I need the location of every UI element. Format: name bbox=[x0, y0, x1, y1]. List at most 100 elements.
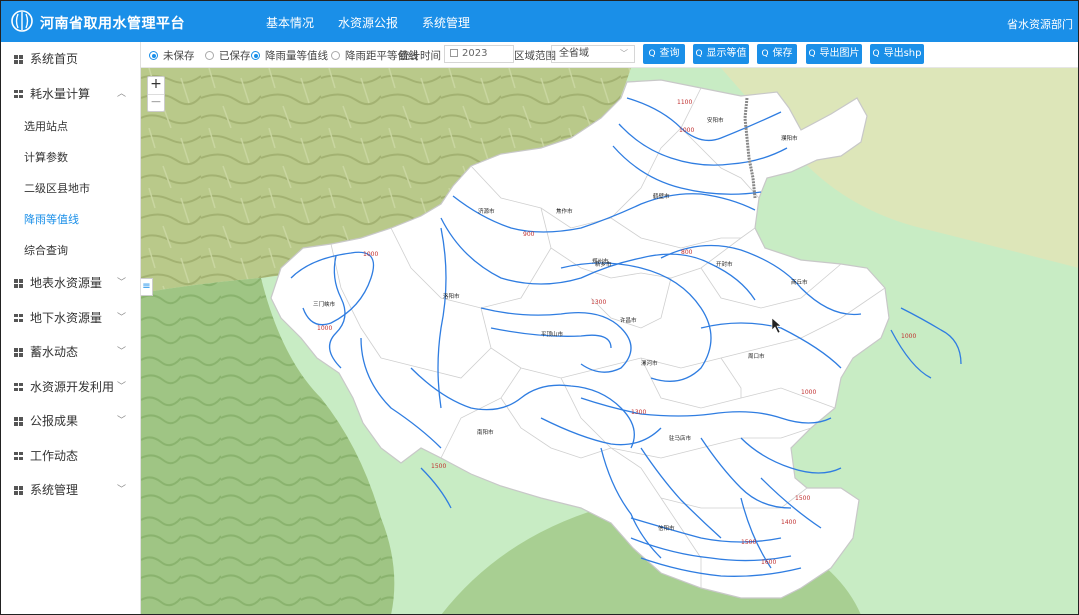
sidebar-item-home[interactable]: 系统首页 bbox=[0, 42, 140, 77]
water-logo-icon bbox=[11, 10, 33, 32]
top-nav: 基本情况 水资源公报 系统管理 bbox=[266, 14, 470, 31]
sidebar-item-surface-water[interactable]: 地表水资源量 ﹀ bbox=[0, 266, 140, 301]
radio-rainfall-isoline[interactable]: 降雨量等值线 bbox=[251, 48, 328, 63]
sidebar-item-label: 耗水量计算 bbox=[30, 86, 91, 101]
city-label: 南阳市 bbox=[477, 428, 494, 436]
grid-icon bbox=[14, 279, 23, 288]
city-label: 信阳市 bbox=[658, 524, 675, 532]
city-label: 焦作市 bbox=[556, 207, 573, 215]
grid-icon bbox=[14, 382, 23, 392]
sidebar-item-label: 蓄水动态 bbox=[30, 345, 79, 359]
sidebar-item-label: 地下水资源量 bbox=[30, 310, 103, 325]
nav-basic-info[interactable]: 基本情况 bbox=[266, 14, 314, 31]
button-label: 导出shp bbox=[883, 48, 922, 59]
nav-water-bulletin[interactable]: 水资源公报 bbox=[338, 14, 398, 31]
show-isoline-button[interactable]: Q 显示等值 bbox=[693, 44, 749, 64]
chevron-down-icon: ﹀ bbox=[116, 312, 126, 323]
scope-label: 区域范围 bbox=[514, 50, 556, 62]
radio-dot-icon bbox=[205, 51, 214, 60]
city-label: 周口市 bbox=[748, 352, 765, 360]
zoom-in-button[interactable]: + bbox=[148, 77, 164, 94]
isoline-value-label: 1300 bbox=[631, 409, 646, 416]
button-label: 保存 bbox=[772, 48, 793, 59]
sidebar-subitem-query[interactable]: 综合查询 bbox=[0, 235, 140, 266]
export-image-button[interactable]: Q 导出图片 bbox=[806, 44, 862, 64]
mouse-cursor-icon bbox=[771, 317, 782, 334]
radio-unsaved[interactable]: 未保存 bbox=[149, 48, 195, 63]
city-label: 济源市 bbox=[478, 207, 495, 215]
isoline-labels: 1100 1000 1000 1300 900 800 1000 1000 1000 1300 15… bbox=[317, 99, 916, 566]
search-icon: Q bbox=[808, 49, 816, 59]
city-label: 漯河市 bbox=[641, 359, 658, 367]
sidebar-subitem-rain-isoline[interactable]: 降雨等值线 bbox=[0, 204, 140, 235]
city-label: 濮阳市 bbox=[781, 134, 798, 142]
sidebar-item-system[interactable]: 系统管理 ﹀ bbox=[0, 473, 140, 508]
city-label: 平顶山市 bbox=[541, 330, 564, 338]
app-header: 河南省取用水管理平台 基本情况 水资源公报 系统管理 省水资源部门 bbox=[0, 0, 1079, 42]
sidebar-item-label: 地表水资源量 bbox=[30, 276, 103, 290]
button-label: 查询 bbox=[659, 48, 680, 59]
chevron-down-icon: ﹀ bbox=[116, 485, 126, 495]
isoline-value-label: 1000 bbox=[901, 333, 916, 340]
sidebar-item-groundwater[interactable]: 地下水资源量 ﹀ bbox=[0, 301, 140, 336]
search-icon: Q bbox=[648, 49, 656, 59]
grid-icon bbox=[14, 451, 23, 461]
city-label: 安阳市 bbox=[707, 116, 724, 124]
user-department[interactable]: 省水资源部门 bbox=[1007, 16, 1073, 32]
isoline-value-label: 1000 bbox=[679, 127, 694, 134]
city-label: 许昌市 bbox=[620, 316, 637, 324]
sidebar-item-label: 系统首页 bbox=[30, 52, 79, 66]
isoline-value-label: 1500 bbox=[795, 495, 810, 502]
city-label: 商丘市 bbox=[791, 278, 808, 286]
radio-label: 降雨量等值线 bbox=[265, 50, 328, 62]
isoline-value-label: 1500 bbox=[741, 539, 756, 546]
toolbar: 未保存 已保存 降雨量等值线 降雨距平等值线 统计时间 2023 区域范围 全省… bbox=[141, 42, 1079, 68]
sidebar-subitem-districts[interactable]: 二级区县地市 bbox=[0, 173, 140, 204]
year-picker[interactable]: 2023 bbox=[444, 45, 514, 63]
save-button[interactable]: Q 保存 bbox=[757, 44, 797, 64]
city-label: 开封市 bbox=[716, 260, 733, 268]
zoom-control: + − bbox=[147, 76, 165, 112]
city-label: 驻马店市 bbox=[669, 434, 692, 442]
app-title: 河南省取用水管理平台 bbox=[40, 16, 185, 32]
isoline-value-label: 1000 bbox=[317, 325, 332, 332]
search-icon: Q bbox=[695, 49, 703, 59]
city-label: 洛阳市 bbox=[443, 292, 460, 300]
isoline-value-label: 900 bbox=[523, 231, 535, 238]
sidebar-item-storage[interactable]: 蓄水动态 ﹀ bbox=[0, 335, 140, 370]
chevron-down-icon: ﹀ bbox=[116, 381, 126, 392]
isoline-value-label: 1300 bbox=[591, 299, 606, 306]
city-labels: 三门峡市洛阳市济源市 焦作市新乡市鹤壁市安阳市濮阳市郑州市 开封市商丘市许昌市平顶山… bbox=[313, 116, 808, 532]
radio-dot-icon bbox=[149, 51, 158, 60]
isoline-value-label: 1600 bbox=[761, 559, 776, 566]
sidebar-subitem-stations[interactable]: 选用站点 bbox=[0, 111, 140, 142]
sidebar-subitem-params[interactable]: 计算参数 bbox=[0, 142, 140, 173]
sidebar-item-bulletin[interactable]: 公报成果 ﹀ bbox=[0, 404, 140, 439]
chevron-down-icon: ﹀ bbox=[116, 278, 126, 288]
search-icon: Q bbox=[872, 49, 880, 59]
button-label: 导出图片 bbox=[819, 48, 860, 59]
grid-icon bbox=[14, 417, 23, 426]
map-labels: 三门峡市洛阳市济源市 焦作市新乡市鹤壁市安阳市濮阳市郑州市 开封市商丘市许昌市平顶山… bbox=[313, 99, 916, 566]
isoline-value-label: 1000 bbox=[363, 251, 378, 258]
time-label: 统计时间 bbox=[399, 50, 441, 62]
grid-icon bbox=[14, 348, 23, 357]
radio-saved[interactable]: 已保存 bbox=[205, 48, 251, 63]
scope-select[interactable]: 全省域 ﹀ bbox=[551, 45, 635, 63]
nav-system-admin[interactable]: 系统管理 bbox=[422, 14, 470, 31]
isoline-value-label: 800 bbox=[681, 249, 693, 256]
query-button[interactable]: Q 查询 bbox=[643, 44, 685, 64]
grid-icon bbox=[14, 55, 23, 64]
radio-label: 未保存 bbox=[163, 50, 195, 62]
radio-label: 已保存 bbox=[219, 50, 251, 62]
sidebar-item-consumption[interactable]: 耗水量计算 ︿ bbox=[0, 77, 140, 112]
grid-icon bbox=[14, 89, 23, 99]
sidebar-item-utilization[interactable]: 水资源开发利用 ﹀ bbox=[0, 370, 140, 405]
sidebar-collapse-button[interactable]: ≡ bbox=[141, 278, 153, 296]
isoline-value-label: 1100 bbox=[677, 99, 692, 106]
zoom-out-button[interactable]: − bbox=[148, 94, 164, 111]
sidebar-item-label: 公报成果 bbox=[30, 414, 79, 428]
sidebar: 系统首页 耗水量计算 ︿ 选用站点 计算参数 二级区县地市 降雨等值线 综合查询… bbox=[0, 42, 141, 615]
export-shp-button[interactable]: Q 导出shp bbox=[870, 44, 924, 64]
sidebar-item-work[interactable]: 工作动态 bbox=[0, 439, 140, 474]
